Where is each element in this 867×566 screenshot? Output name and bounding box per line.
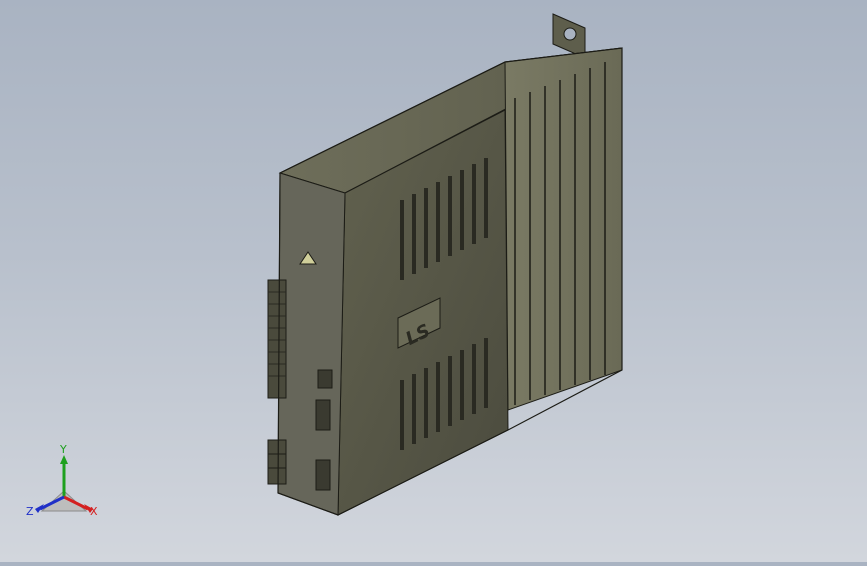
servo-drive-model[interactable]: LS [267, 13, 623, 516]
connector-block-upper [267, 279, 287, 399]
port-1 [317, 369, 333, 389]
x-axis-label: X [90, 505, 98, 518]
mounting-tab [552, 13, 586, 59]
z-axis-label: Z [26, 505, 34, 518]
port-2 [315, 399, 331, 431]
connector-block-lower [267, 439, 287, 485]
orientation-triad: Y X Z [26, 443, 98, 518]
cad-viewport[interactable]: LS Y X Z [0, 0, 867, 562]
y-axis-label: Y [59, 443, 67, 456]
front-face [277, 172, 346, 516]
port-3 [315, 459, 331, 491]
model-canvas[interactable]: LS Y X Z [0, 0, 867, 562]
